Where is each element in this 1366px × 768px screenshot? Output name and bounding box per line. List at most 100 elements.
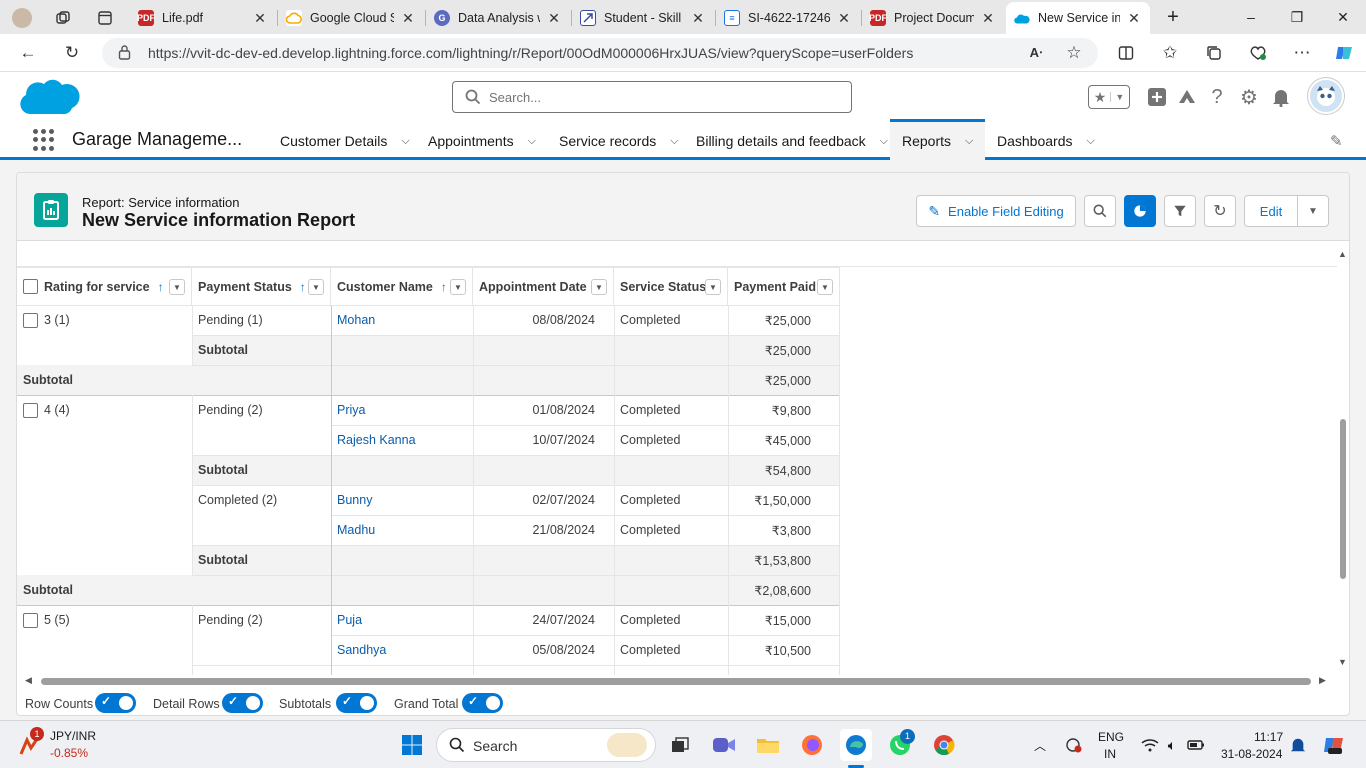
scroll-up-arrow-icon[interactable]: ▲ <box>1338 249 1347 259</box>
notifications-bell-icon[interactable] <box>1268 84 1294 110</box>
column-menu-icon[interactable]: ▼ <box>169 279 185 295</box>
global-actions-icon[interactable] <box>1144 84 1170 110</box>
user-avatar[interactable] <box>1308 78 1344 114</box>
column-header-payment-status[interactable]: Payment Status ↑ ▼ <box>192 268 331 306</box>
column-menu-icon[interactable]: ▼ <box>308 279 324 295</box>
firefox-icon[interactable] <box>796 729 828 761</box>
group-rating-5[interactable]: 5 (5) <box>17 605 192 635</box>
chart-toggle-button[interactable] <box>1124 195 1156 227</box>
customer-name-link[interactable]: Priya <box>331 395 473 425</box>
tab-new-service-info[interactable]: New Service info ✕ <box>1006 2 1150 34</box>
chevron-down-icon[interactable]: ⌵ <box>880 135 888 148</box>
column-header-payment-paid[interactable]: Payment Paid ▼ <box>728 268 840 306</box>
chevron-down-icon[interactable]: ⌵ <box>1087 135 1095 148</box>
subtotals-toggle[interactable]: ✓ <box>336 693 377 713</box>
language-code[interactable]: ENG <box>1098 730 1124 744</box>
tab-google-cloud[interactable]: Google Cloud Sl ✕ <box>278 4 424 32</box>
workspaces-icon[interactable] <box>48 4 78 32</box>
column-header-rating[interactable]: Rating for service ↑ ▼ <box>17 268 192 306</box>
column-menu-icon[interactable]: ▼ <box>450 279 466 295</box>
more-actions-button[interactable]: ▼ <box>1297 195 1329 227</box>
collections-icon[interactable] <box>1200 40 1228 66</box>
column-menu-icon[interactable]: ▼ <box>705 279 721 295</box>
profile-avatar-icon[interactable] <box>6 4 38 32</box>
row-checkbox[interactable] <box>23 402 38 418</box>
teams-meet-icon[interactable] <box>708 729 740 761</box>
chevron-down-icon[interactable]: ⌵ <box>401 135 409 148</box>
nav-item-dashboards[interactable]: Dashboards ⌵ <box>997 122 1095 160</box>
refresh-report-button[interactable]: ↻ <box>1204 195 1236 227</box>
scroll-down-arrow-icon[interactable]: ▼ <box>1338 657 1347 667</box>
maximize-button[interactable]: ❐ <box>1274 0 1320 34</box>
taskbar-search-box[interactable]: Search <box>436 728 656 762</box>
customer-name-link[interactable]: Bunny <box>331 485 473 515</box>
more-options-icon[interactable]: ⋯ <box>1288 40 1316 66</box>
windows-start-icon[interactable] <box>396 729 428 761</box>
row-checkbox[interactable] <box>23 312 38 328</box>
vertical-scrollbar[interactable]: ▲ ▼ <box>1338 249 1348 669</box>
favorites-list-icon[interactable]: ✩ <box>1156 40 1184 66</box>
chevron-down-icon[interactable]: ⌵ <box>965 135 973 148</box>
customer-name-link[interactable]: Sandhya <box>331 635 473 665</box>
column-menu-icon[interactable]: ▼ <box>591 279 607 295</box>
close-icon[interactable]: ✕ <box>836 10 852 27</box>
nav-item-customer-details[interactable]: Customer Details ⌵ <box>280 122 410 160</box>
grand-total-toggle[interactable]: ✓ <box>462 693 503 713</box>
gear-icon[interactable]: ⚙ <box>1236 84 1262 110</box>
filter-button[interactable] <box>1164 195 1196 227</box>
keyboard-region[interactable]: IN <box>1104 747 1116 761</box>
customer-name-link[interactable]: Mohan <box>331 305 473 335</box>
split-screen-icon[interactable] <box>1112 40 1140 66</box>
group-rating-3[interactable]: 3 (1) <box>17 305 192 335</box>
chevron-up-icon[interactable]: ︿ <box>1024 729 1056 761</box>
tab-life-pdf[interactable]: PDF Life.pdf ✕ <box>130 4 276 32</box>
clock-time[interactable]: 11:17 <box>1254 730 1283 744</box>
file-explorer-icon[interactable] <box>752 729 784 761</box>
close-icon[interactable]: ✕ <box>1126 10 1142 27</box>
battery-icon[interactable] <box>1180 729 1212 761</box>
close-window-button[interactable]: ✕ <box>1320 0 1366 34</box>
edit-report-button[interactable]: Edit <box>1244 195 1298 227</box>
chevron-down-icon[interactable]: ⌵ <box>528 135 536 148</box>
favorites-button[interactable]: ★ ▼ <box>1088 85 1130 109</box>
sort-ascending-icon[interactable]: ↑ <box>441 280 447 294</box>
group-rating-4[interactable]: 4 (4) <box>17 395 192 425</box>
read-aloud-icon[interactable]: Aᐧ <box>1022 40 1050 66</box>
clock-date[interactable]: 31-08-2024 <box>1221 747 1282 761</box>
close-icon[interactable]: ✕ <box>400 10 416 27</box>
column-header-customer-name[interactable]: Customer Name ↑ ▼ <box>331 268 473 306</box>
browser-essentials-icon[interactable] <box>1244 40 1272 66</box>
customer-name-link[interactable]: Rajesh Kanna <box>331 425 473 455</box>
new-tab-button[interactable]: + <box>1150 0 1196 34</box>
notification-bell-icon[interactable] <box>1282 729 1314 761</box>
tab-si-document[interactable]: ≡ SI-4622-172465 ✕ <box>716 4 860 32</box>
chevron-down-icon[interactable]: ⌵ <box>670 135 678 148</box>
horizontal-scrollbar[interactable]: ◀ ▶ <box>25 675 1326 686</box>
security-status-icon[interactable] <box>1058 729 1090 761</box>
edit-nav-pencil-icon[interactable]: ✎ <box>1330 122 1343 160</box>
tab-student-skill[interactable]: Student - Skill W ✕ <box>572 4 714 32</box>
horizontal-scroll-thumb[interactable] <box>41 678 1311 685</box>
task-view-icon[interactable] <box>664 729 696 761</box>
detail-rows-toggle[interactable]: ✓ <box>222 693 263 713</box>
vertical-scroll-thumb[interactable] <box>1340 419 1346 579</box>
select-all-checkbox[interactable] <box>23 279 38 294</box>
nav-item-service-records[interactable]: Service records ⌵ <box>559 122 679 160</box>
favorite-star-icon[interactable]: ☆ <box>1060 40 1088 66</box>
refresh-icon[interactable]: ↻ <box>58 40 86 66</box>
customer-name-link[interactable]: Madhu <box>331 515 473 545</box>
app-launcher-icon[interactable] <box>33 129 55 151</box>
salesforce-logo[interactable] <box>18 76 80 118</box>
sort-ascending-icon[interactable]: ↑ <box>158 280 164 294</box>
tab-data-analysis[interactable]: G Data Analysis w ✕ <box>426 4 570 32</box>
trailhead-icon[interactable] <box>1174 84 1200 110</box>
scroll-left-arrow-icon[interactable]: ◀ <box>25 675 32 686</box>
nav-item-reports[interactable]: Reports ⌵ <box>890 119 986 160</box>
global-search-input[interactable]: Search... <box>452 81 852 113</box>
enable-field-editing-button[interactable]: ✎ Enable Field Editing <box>916 195 1076 227</box>
close-icon[interactable]: ✕ <box>546 10 562 27</box>
nav-item-billing-details[interactable]: Billing details and feedback ⌵ <box>696 122 888 160</box>
nav-item-appointments[interactable]: Appointments ⌵ <box>428 122 536 160</box>
chrome-icon[interactable] <box>928 729 960 761</box>
help-icon[interactable]: ? <box>1204 84 1230 110</box>
